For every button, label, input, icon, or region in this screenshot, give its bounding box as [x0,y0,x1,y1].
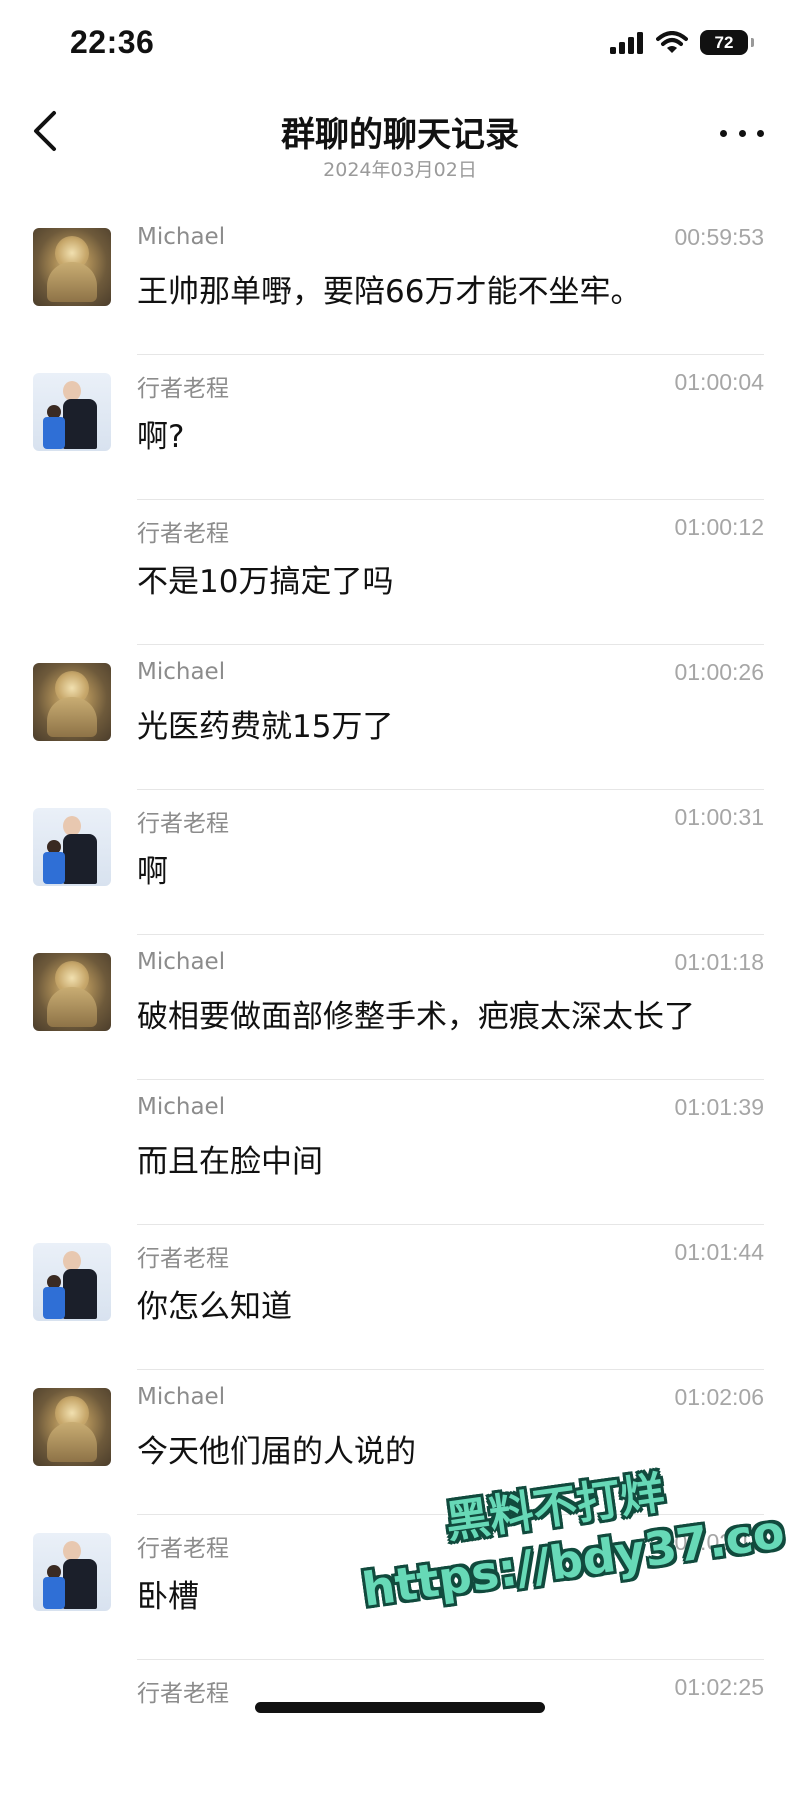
message-text: 破相要做面部修整手术，疤痕太深太长了 [137,999,695,1035]
status-icons: 72 [610,30,754,55]
avatar[interactable] [33,228,111,306]
signal-icon [610,31,643,54]
message-text: 你怎么知道 [137,1289,292,1325]
message-text: 光医药费就15万了 [137,709,394,745]
message-time: 01:02:06 [674,1384,764,1410]
avatar[interactable] [33,1388,111,1466]
message-time: 01:00:26 [674,659,764,685]
sender-name: Michael [137,1384,226,1410]
message-text: 不是10万搞定了吗 [137,564,394,600]
message-time: 01:00:12 [674,514,764,540]
sender-name: Michael [137,1094,226,1120]
message-text: 王帅那单嘢，要陪66万才能不坐牢。 [137,274,642,310]
sender-name: 行者老程 [137,1681,229,1707]
message-item[interactable]: 行者老程 01:01:44 你怎么知道 [0,1225,800,1370]
message-item[interactable]: 行者老程 01:00:31 啊 [0,790,800,935]
more-icon [720,129,727,137]
message-time: 01:00:31 [674,804,764,830]
sender-name: 行者老程 [137,521,229,547]
page-title: 群聊的聊天记录 [281,115,519,155]
avatar[interactable] [33,953,111,1031]
message-item[interactable]: Michael 01:02:06 今天他们届的人说的 [0,1370,800,1515]
message-text: 今天他们届的人说的 [137,1434,416,1470]
message-text: 而且在脸中间 [137,1144,323,1180]
message-item[interactable]: Michael 01:01:39 而且在脸中间 [0,1080,800,1225]
message-time: 01:00:04 [674,369,764,395]
avatar[interactable] [33,373,111,451]
message-text: 啊? [137,419,185,455]
status-time: 22:36 [70,24,155,60]
sender-name: Michael [137,659,226,685]
nav-bar: 群聊的聊天记录 2024年03月02日 [0,95,800,195]
page-subtitle-date: 2024年03月02日 [323,159,477,181]
message-time: 00:59:53 [674,224,764,250]
message-text: 卧槽 [137,1579,199,1615]
message-item[interactable]: Michael 00:59:53 王帅那单嘢，要陪66万才能不坐牢。 [0,210,800,355]
sender-name: 行者老程 [137,376,229,402]
message-time: 01:01:18 [674,949,764,975]
sender-name: 行者老程 [137,1536,229,1562]
sender-name: 行者老程 [137,811,229,837]
avatar[interactable] [33,663,111,741]
message-list: Michael 00:59:53 王帅那单嘢，要陪66万才能不坐牢。 行者老程 … [0,210,800,1805]
sender-name: Michael [137,949,226,975]
avatar[interactable] [33,1533,111,1611]
avatar[interactable] [33,1243,111,1321]
message-item[interactable]: 行者老程 01:02:25 [0,1660,800,1805]
message-text: 啊 [137,854,168,890]
message-time: 01:01:44 [674,1239,764,1265]
message-time: 01:02:13 [674,1529,764,1555]
avatar[interactable] [33,808,111,886]
more-button[interactable] [720,123,764,143]
battery-icon: 72 [700,30,754,55]
message-item[interactable]: 行者老程 01:02:13 卧槽 [0,1515,800,1660]
wifi-icon [656,30,688,53]
message-time: 01:01:39 [674,1094,764,1120]
message-item[interactable]: Michael 01:00:26 光医药费就15万了 [0,645,800,790]
message-item[interactable]: Michael 01:01:18 破相要做面部修整手术，疤痕太深太长了 [0,935,800,1080]
message-item[interactable]: 行者老程 01:00:04 啊? [0,355,800,500]
message-item[interactable]: 行者老程 01:00:12 不是10万搞定了吗 [0,500,800,645]
home-indicator[interactable] [255,1702,545,1713]
sender-name: Michael [137,224,226,250]
message-time: 01:02:25 [674,1674,764,1700]
battery-level: 72 [714,32,734,52]
status-bar: 22:36 72 [0,0,800,90]
sender-name: 行者老程 [137,1246,229,1272]
